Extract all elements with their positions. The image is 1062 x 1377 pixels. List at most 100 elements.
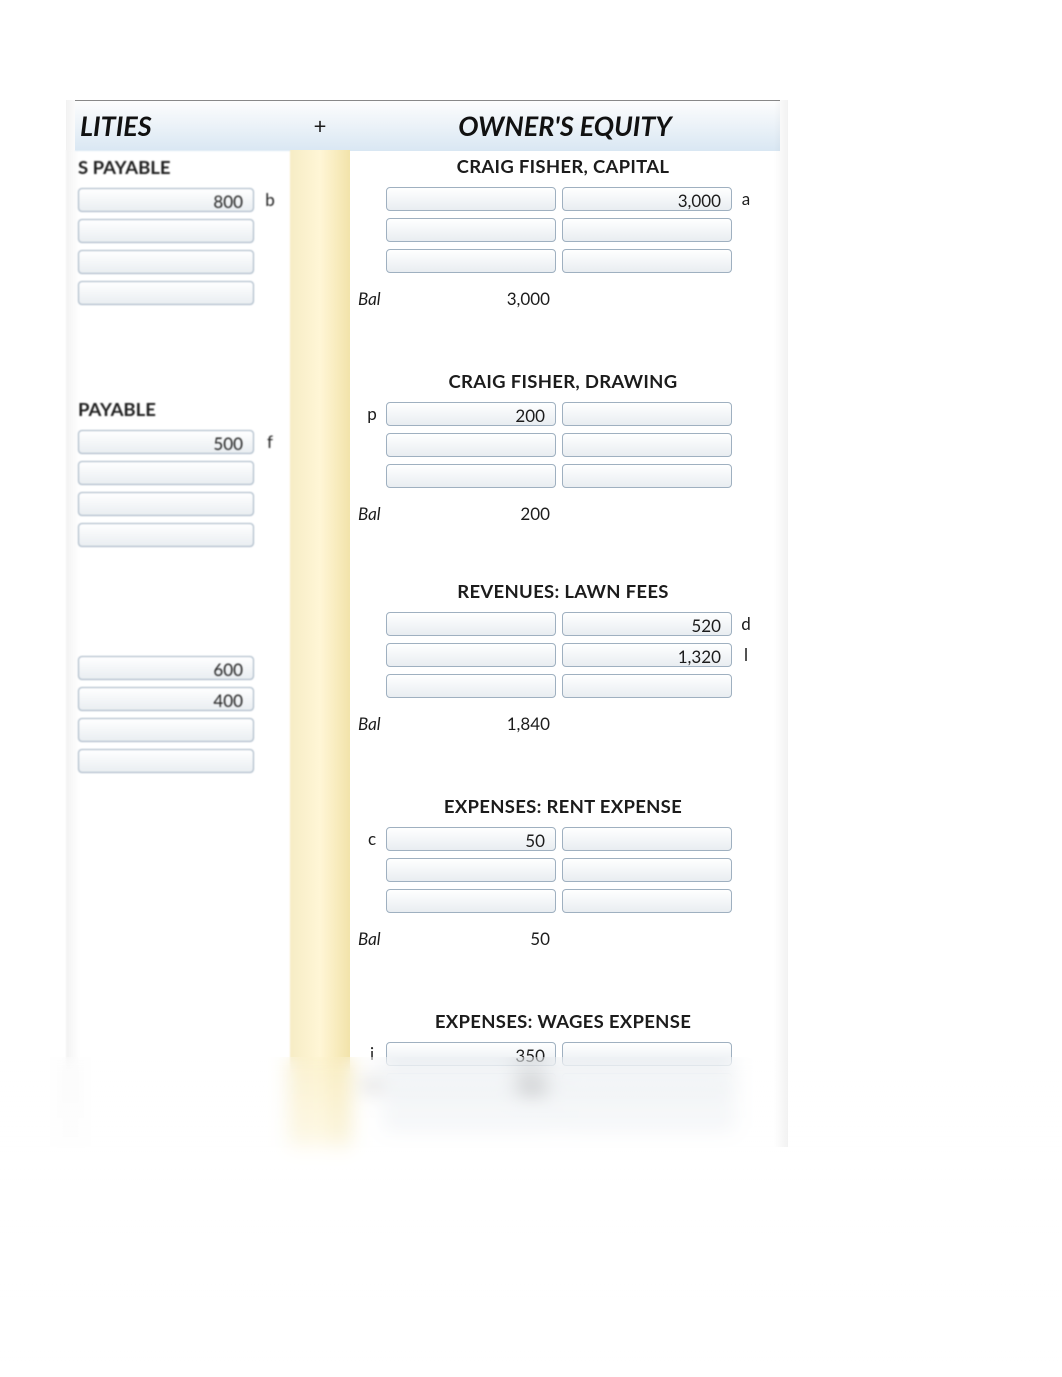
table-row — [78, 246, 290, 277]
credit-cell — [562, 1073, 732, 1097]
table-row — [358, 885, 768, 916]
account-title: EXPENSES: WAGES EXPENSE — [358, 1010, 768, 1032]
credit-cell — [562, 433, 732, 457]
ref-letter: d — [732, 613, 760, 634]
credit-cell — [78, 749, 254, 773]
debit-cell — [386, 433, 556, 457]
table-row — [358, 460, 768, 491]
debit-cell: 200 — [386, 402, 556, 426]
taccount-drawing: CRAIG FISHER, DRAWING p 200 Bal — [358, 370, 768, 529]
table-row — [78, 215, 290, 246]
credit-cell — [562, 464, 732, 488]
account-title: CRAIG FISHER, CAPITAL — [358, 155, 768, 177]
debit-cell — [386, 674, 556, 698]
table-row — [78, 277, 290, 308]
table-row: 500 f — [78, 426, 290, 457]
table-row: m 700 — [358, 1069, 768, 1100]
credit-cell: 3,000 — [562, 187, 732, 211]
table-row — [358, 245, 768, 276]
balance-value: 3,000 — [390, 288, 560, 309]
worksheet-page: LITIES + OWNER'S EQUITY S PAYABLE 800 b … — [0, 0, 1062, 1377]
debit-cell — [386, 464, 556, 488]
ref-letter: b — [254, 189, 286, 210]
debit-cell — [386, 858, 556, 882]
credit-cell — [562, 827, 732, 851]
credit-cell: 520 — [562, 612, 732, 636]
balance-row: Bal 3,000 — [358, 282, 768, 314]
ref-letter: m — [358, 1074, 386, 1095]
table-row: 400 — [78, 683, 290, 714]
ref-letter: p — [358, 403, 386, 424]
table-row: i 350 — [358, 1038, 768, 1069]
balance-row: Bal 1,840 — [358, 707, 768, 739]
credit-cell — [562, 402, 732, 426]
credit-cell — [78, 219, 254, 243]
table-row — [358, 1100, 768, 1131]
plus-icon: + — [290, 100, 350, 150]
balance-label: Bal — [358, 503, 390, 524]
balance-label: Bal — [358, 928, 390, 949]
credit-cell — [78, 523, 254, 547]
balance-value: 50 — [390, 928, 560, 949]
credit-cell — [562, 218, 732, 242]
table-row — [358, 429, 768, 460]
taccount-rent-expense: EXPENSES: RENT EXPENSE c 50 Bal — [358, 795, 768, 954]
debit-cell — [386, 889, 556, 913]
debit-cell — [386, 643, 556, 667]
credit-cell: 600 — [78, 656, 254, 680]
header-owners-equity: OWNER'S EQUITY — [350, 100, 780, 150]
account-title: PAYABLE — [78, 398, 290, 420]
table-row — [78, 714, 290, 745]
table-row — [358, 670, 768, 701]
balance-row: Bal 200 — [358, 497, 768, 529]
account-title: EXPENSES: RENT EXPENSE — [358, 795, 768, 817]
credit-cell: 1,320 — [562, 643, 732, 667]
ref-letter: c — [358, 828, 386, 849]
debit-cell — [386, 218, 556, 242]
account-title: REVENUES: LAWN FEES — [358, 580, 768, 602]
taccount-s-payable: S PAYABLE 800 b — [78, 156, 290, 308]
column-divider — [290, 150, 350, 1147]
credit-cell — [78, 250, 254, 274]
balance-label: Bal — [358, 713, 390, 734]
taccount-untitled-left: 600 400 — [78, 652, 290, 776]
credit-cell — [562, 889, 732, 913]
credit-cell — [78, 281, 254, 305]
debit-cell: 350 — [386, 1042, 556, 1066]
table-row: 800 b — [78, 184, 290, 215]
taccount-payable: PAYABLE 500 f — [78, 398, 290, 550]
debit-cell — [386, 1104, 556, 1128]
table-row — [78, 519, 290, 550]
debit-cell: 50 — [386, 827, 556, 851]
balance-value: 200 — [390, 503, 560, 524]
table-row: c 50 — [358, 823, 768, 854]
balance-row: Bal 50 — [358, 922, 768, 954]
taccount-lawn-fees: REVENUES: LAWN FEES 520 d 1,320 l — [358, 580, 768, 739]
ref-letter: l — [732, 644, 760, 665]
ref-letter: f — [254, 431, 286, 452]
table-row — [78, 745, 290, 776]
ref-letter: a — [732, 188, 760, 209]
ref-letter: i — [358, 1043, 386, 1064]
table-row: 520 d — [358, 608, 768, 639]
credit-cell — [78, 718, 254, 742]
taccount-wages-expense: EXPENSES: WAGES EXPENSE i 350 m 700 — [358, 1010, 768, 1131]
table-row: 3,000 a — [358, 183, 768, 214]
credit-cell — [78, 492, 254, 516]
credit-cell — [562, 674, 732, 698]
credit-cell — [562, 858, 732, 882]
balance-label: Bal — [358, 288, 390, 309]
account-title: S PAYABLE — [78, 156, 290, 178]
credit-cell: 400 — [78, 687, 254, 711]
table-row — [78, 488, 290, 519]
debit-cell — [386, 187, 556, 211]
credit-cell — [562, 1104, 732, 1128]
table-row: 1,320 l — [358, 639, 768, 670]
account-title: CRAIG FISHER, DRAWING — [358, 370, 768, 392]
balance-value: 1,840 — [390, 713, 560, 734]
table-row — [358, 214, 768, 245]
header-liabilities: LITIES — [80, 100, 152, 150]
credit-cell: 800 — [78, 188, 254, 212]
debit-cell — [386, 249, 556, 273]
table-row: 600 — [78, 652, 290, 683]
